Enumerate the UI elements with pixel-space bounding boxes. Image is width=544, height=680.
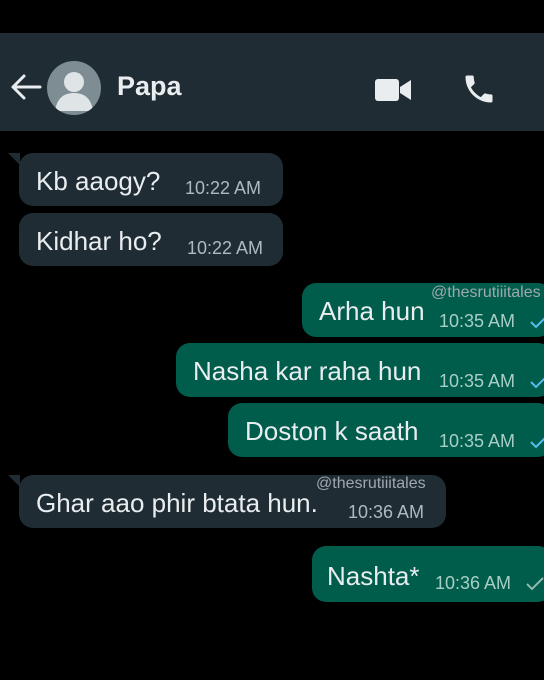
message-text: Ghar aao phir btata hun.	[36, 488, 318, 518]
sent-tick-icon	[530, 317, 544, 329]
message-text: Arha hun	[319, 296, 425, 326]
message-bubble[interactable]: Kb aaogy? 10:22 AM	[19, 153, 283, 206]
message-bubble[interactable]: Kidhar ho? 10:22 AM	[19, 213, 283, 266]
arrow-left-icon[interactable]	[10, 73, 42, 101]
contact-name[interactable]: Papa	[117, 71, 182, 102]
phone-icon[interactable]	[461, 71, 497, 107]
bubble-tail	[8, 475, 20, 487]
message-text: Kb aaogy?	[36, 166, 161, 196]
message-bubble[interactable]: @thesrutiiitales Ghar aao phir btata hun…	[19, 475, 446, 528]
message-time: 10:22 AM	[187, 238, 264, 258]
message-bubble[interactable]: Doston k saath 10:35 AM	[228, 403, 544, 457]
default-avatar-icon	[55, 72, 93, 111]
message-text: Nasha kar raha hun	[193, 356, 422, 386]
chat-header: Papa	[0, 33, 544, 131]
message-bubble[interactable]: Nasha kar raha hun 10:35 AM	[176, 343, 544, 397]
watermark: @thesrutiiitales	[431, 284, 541, 301]
message-time: 10:36 AM	[435, 573, 512, 593]
message-text: Kidhar ho?	[36, 226, 162, 256]
message-bubble[interactable]: Nashta* 10:36 AM	[312, 546, 544, 602]
sent-tick-icon	[526, 577, 544, 591]
message-text: Nashta*	[327, 561, 420, 591]
message-time: 10:36 AM	[348, 502, 425, 522]
message-time: 10:35 AM	[439, 371, 516, 391]
watermark: @thesrutiiitales	[316, 475, 426, 492]
message-time: 10:22 AM	[185, 178, 262, 198]
message-text: Doston k saath	[245, 416, 419, 446]
sent-tick-icon	[530, 437, 544, 449]
message-time: 10:35 AM	[439, 431, 516, 451]
avatar[interactable]	[47, 61, 101, 115]
message-bubble[interactable]: @thesrutiiitales Arha hun 10:35 AM	[302, 283, 544, 337]
video-call-icon[interactable]	[374, 77, 412, 103]
message-time: 10:35 AM	[439, 311, 516, 331]
sent-tick-icon	[530, 377, 544, 389]
bubble-tail	[8, 153, 20, 165]
